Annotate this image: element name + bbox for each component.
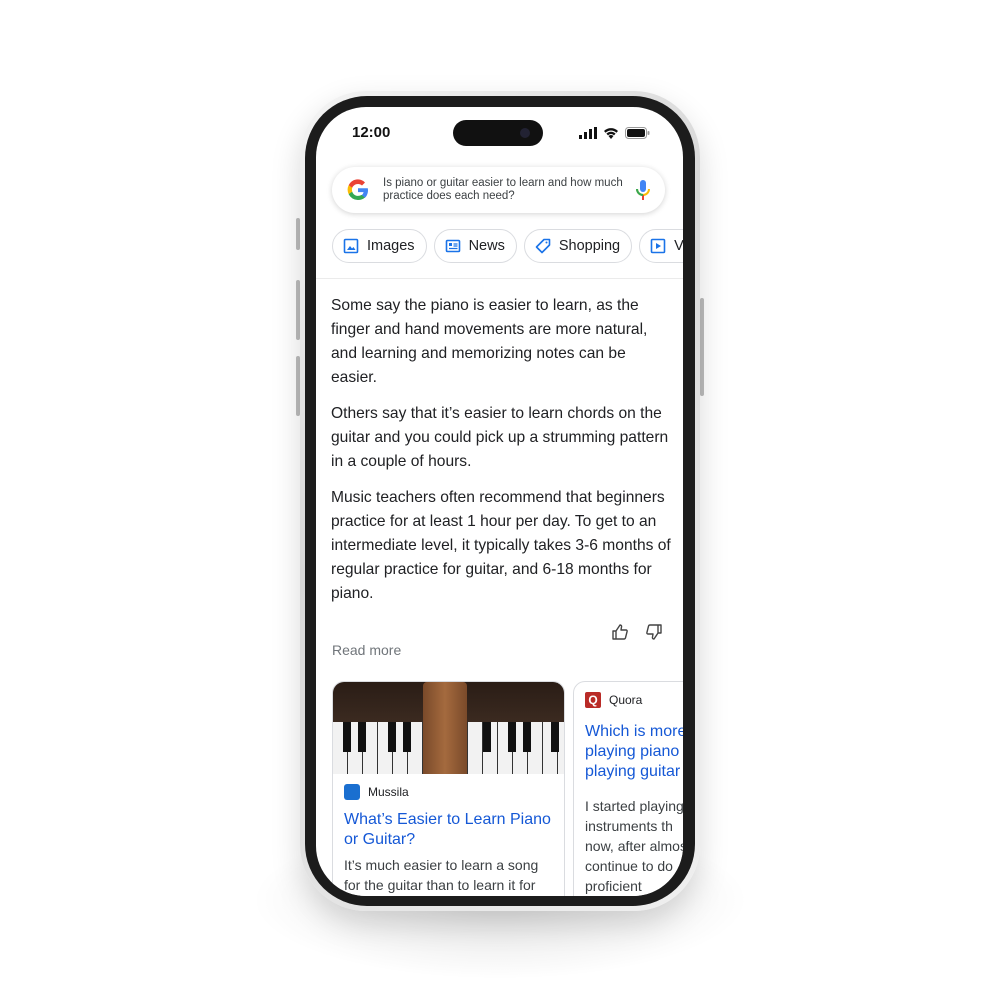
news-icon [445, 239, 460, 253]
microphone-icon[interactable] [635, 178, 651, 202]
answer-paragraph: Some say the piano is easier to learn, a… [331, 297, 648, 386]
tag-icon [535, 238, 551, 254]
filter-chips: Images News Shopping Videos [332, 229, 683, 263]
phone-screen: 12:00 Is piano or guitar easier to learn… [316, 107, 683, 896]
signal-icon [579, 127, 597, 139]
chip-shopping[interactable]: Shopping [523, 229, 633, 263]
play-icon [650, 238, 666, 254]
piano-guitar-image [333, 682, 564, 774]
card-snippet: I started playing instruments th now, af… [585, 798, 683, 894]
chip-label: Shopping [558, 238, 621, 254]
source-mussila: Mussila [344, 784, 553, 800]
thumbs-up-icon[interactable] [611, 623, 629, 641]
source-quora: Q Quora [585, 692, 683, 708]
wifi-icon [604, 128, 618, 139]
chip-videos[interactable]: Videos [639, 229, 683, 263]
read-more-link[interactable]: Read more [332, 642, 401, 658]
quora-logo-icon: Q [585, 692, 601, 708]
chip-images[interactable]: Images [332, 229, 427, 263]
answer-paragraph: Music teachers often recommend that begi… [331, 489, 671, 602]
power-button [700, 298, 704, 396]
source-card-quora[interactable]: Q Quora Which is more playing piano playi… [573, 681, 683, 896]
camera-icon [520, 128, 530, 138]
source-card-mussila[interactable]: Mussila What’s Easier to Learn Piano or … [332, 681, 565, 896]
card-title[interactable]: What’s Easier to Learn Piano or Guitar? [344, 810, 553, 850]
thumbs-down-icon[interactable] [645, 623, 663, 641]
divider [316, 278, 683, 279]
chip-label: Videos [674, 238, 683, 254]
search-query[interactable]: Is piano or guitar easier to learn and h… [383, 177, 635, 203]
dynamic-island [453, 120, 543, 146]
status-time: 12:00 [352, 124, 391, 141]
chip-label: News [468, 238, 505, 254]
chip-news[interactable]: News [433, 229, 517, 263]
status-icons [579, 127, 650, 139]
image-icon [343, 238, 359, 254]
source-name: Quora [609, 693, 643, 707]
battery-icon [625, 127, 650, 139]
mussila-logo-icon [344, 784, 360, 800]
answer-paragraph: Others say that it’s easier to learn cho… [331, 405, 669, 470]
ai-answer: Some say the piano is easier to learn, a… [331, 294, 671, 618]
card-title[interactable]: Which is more playing piano playing guit… [585, 722, 683, 782]
google-logo-icon [347, 179, 368, 201]
card-snippet: It’s much easier to learn a song for the… [344, 857, 539, 893]
search-bar[interactable]: Is piano or guitar easier to learn and h… [332, 167, 665, 213]
source-name: Mussila [368, 785, 409, 799]
chip-label: Images [367, 238, 415, 254]
